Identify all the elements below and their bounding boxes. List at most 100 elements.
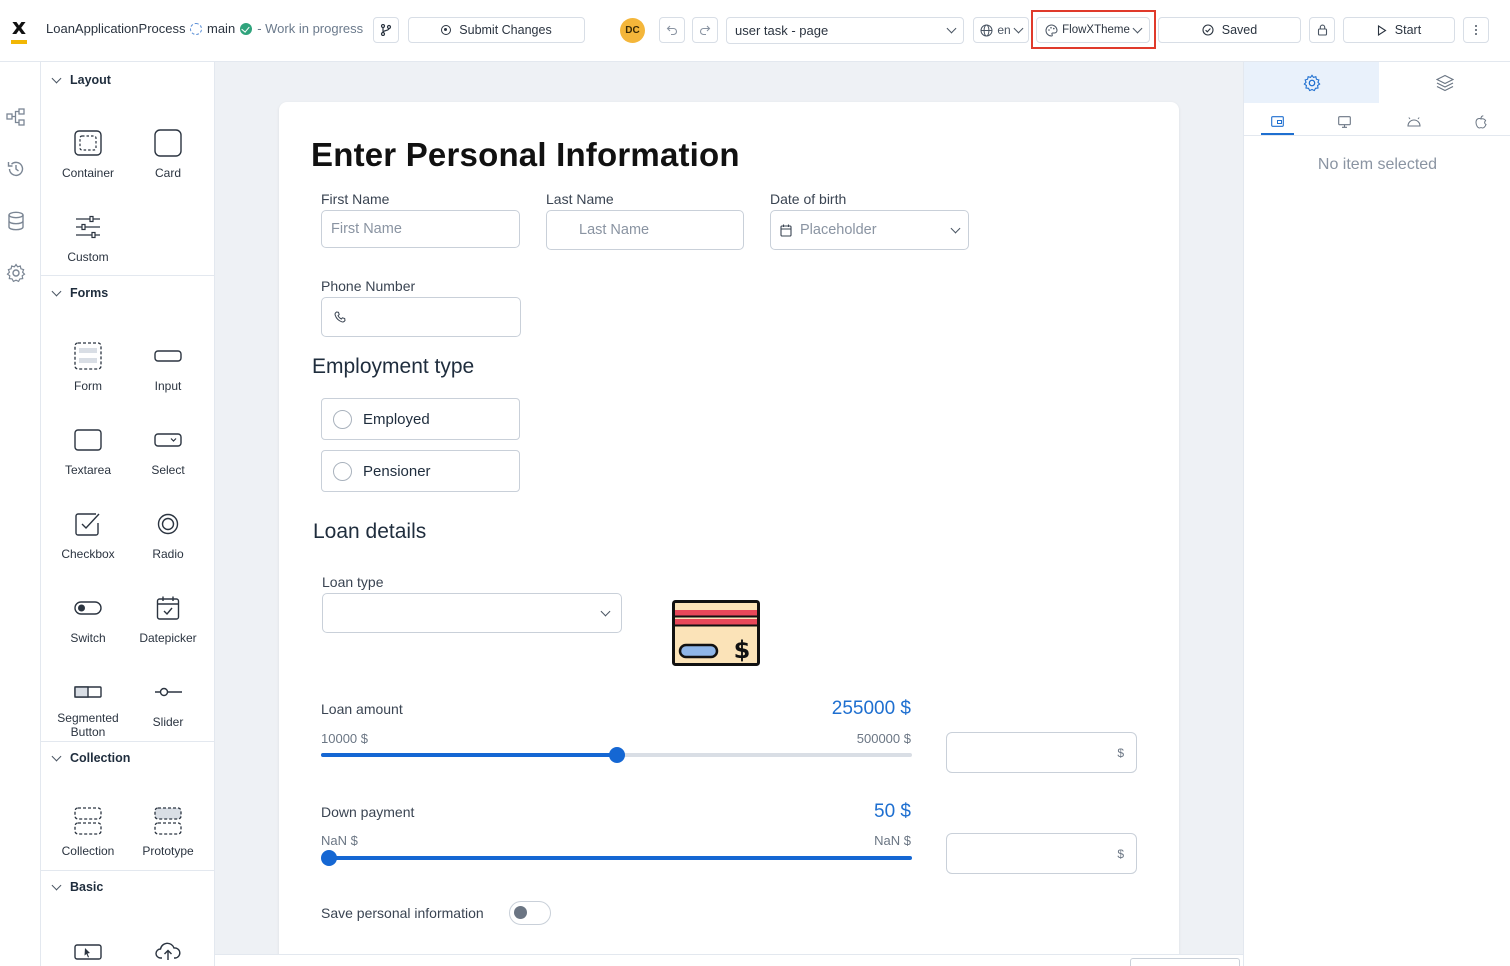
left-rail (0, 62, 41, 966)
page-select[interactable]: user task - page (726, 17, 964, 44)
tab-android[interactable] (1397, 109, 1430, 135)
layout-icon (1271, 115, 1284, 127)
section-basic-header[interactable]: Basic (41, 872, 214, 902)
theme-highlight-box (1031, 10, 1156, 49)
git-branch-icon (380, 24, 392, 36)
globe-icon (980, 24, 993, 36)
component-input[interactable]: Input (128, 339, 208, 393)
prototype-icon (154, 807, 182, 835)
section-collection-header[interactable]: Collection (41, 743, 214, 773)
slider-fill (321, 753, 617, 757)
section-title: Layout (70, 73, 111, 87)
start-button[interactable]: Start (1343, 17, 1455, 43)
component-segmented-button[interactable]: Segmented Button (48, 675, 128, 739)
component-label: Custom (67, 250, 109, 264)
radio-option-pensioner[interactable]: Pensioner (321, 450, 520, 492)
submit-changes-button[interactable]: Submit Changes (408, 17, 585, 43)
save-info-switch[interactable] (509, 901, 551, 925)
phone-input[interactable] (321, 297, 521, 337)
settings-icon[interactable] (6, 263, 26, 283)
section-layout-header[interactable]: Layout (41, 65, 214, 95)
tab-web[interactable] (1328, 109, 1361, 135)
redo-button[interactable] (692, 17, 718, 43)
down-payment-input[interactable]: $ (946, 833, 1137, 874)
component-form[interactable]: Form (48, 339, 128, 393)
history-icon[interactable] (6, 159, 26, 179)
component-button[interactable] (48, 934, 128, 966)
more-vertical-icon (1475, 25, 1477, 35)
employment-type-heading: Employment type (312, 355, 475, 378)
component-custom[interactable]: Custom (48, 210, 128, 264)
component-textarea[interactable]: Textarea (48, 423, 128, 477)
switch-knob (514, 906, 527, 919)
flowx-logo[interactable]: x (8, 17, 30, 44)
component-collection[interactable]: Collection (48, 804, 128, 858)
radio-option-employed[interactable]: Employed (321, 398, 520, 440)
tab-layers[interactable] (1379, 62, 1510, 103)
component-datepicker[interactable]: Datepicker (128, 591, 208, 645)
button-icon (74, 944, 102, 960)
currency-suffix: $ (1117, 846, 1124, 861)
tab-settings[interactable] (1244, 62, 1379, 103)
database-icon[interactable] (6, 211, 26, 231)
component-container[interactable]: Container (48, 126, 128, 180)
component-switch[interactable]: Switch (48, 591, 128, 645)
container-icon (74, 130, 102, 156)
component-select[interactable]: Select (128, 423, 208, 477)
slider-thumb[interactable] (321, 850, 337, 866)
component-label: Slider (152, 715, 184, 729)
loan-amount-input[interactable]: $ (946, 732, 1137, 773)
section-forms-header[interactable]: Forms (41, 278, 214, 308)
branch-button[interactable] (373, 17, 399, 43)
component-file-upload[interactable] (128, 934, 208, 966)
phone-label: Phone Number (321, 278, 416, 294)
loan-type-select[interactable] (322, 593, 622, 633)
component-checkbox[interactable]: Checkbox (48, 507, 128, 561)
monitor-icon (1338, 116, 1351, 128)
component-prototype[interactable]: Prototype (128, 804, 208, 858)
record-icon (441, 25, 452, 35)
branch-indicator[interactable]: main - Work in progress (190, 21, 363, 36)
down-payment-slider[interactable] (321, 850, 912, 866)
process-flow-icon[interactable] (6, 107, 26, 127)
component-slider[interactable]: Slider (128, 675, 208, 729)
segmented-button-icon (74, 686, 102, 698)
avatar[interactable]: DC (620, 18, 645, 43)
save-info-label: Save personal information (321, 905, 484, 921)
component-radio[interactable]: Radio (128, 507, 208, 561)
editor-canvas[interactable]: Enter Personal Information First Name Fi… (215, 62, 1243, 966)
down-payment-max: NaN $ (874, 833, 911, 848)
radio-circle (333, 461, 352, 481)
lock-button[interactable] (1309, 17, 1335, 43)
section-title: Forms (70, 286, 109, 300)
loan-amount-slider[interactable] (321, 747, 912, 763)
saved-status-button[interactable]: Saved (1158, 17, 1301, 43)
chevron-down-icon (51, 286, 62, 296)
undo-button[interactable] (659, 17, 685, 43)
first-name-input[interactable]: First Name (321, 210, 520, 248)
form-card[interactable]: Enter Personal Information First Name Fi… (279, 102, 1179, 966)
platform-tabs (1244, 103, 1510, 136)
chevron-down-icon (51, 751, 62, 761)
component-label: Datepicker (139, 631, 197, 645)
component-card[interactable]: Card (128, 126, 208, 180)
component-label: Prototype (142, 844, 194, 858)
language-select[interactable]: en (973, 17, 1029, 43)
dob-datepicker[interactable]: Placeholder (770, 210, 969, 250)
apple-icon (1474, 115, 1487, 129)
submit-changes-label: Submit Changes (459, 23, 552, 37)
select-icon (154, 433, 182, 447)
canvas-footer (215, 954, 1243, 966)
calendar-icon (156, 596, 180, 620)
language-value: en (997, 23, 1011, 37)
tab-general[interactable] (1261, 109, 1294, 135)
loan-details-heading: Loan details (313, 520, 427, 543)
device-select[interactable] (1130, 958, 1240, 966)
undo-icon (666, 25, 677, 36)
more-options-button[interactable] (1463, 17, 1489, 43)
last-name-input[interactable]: Last Name (546, 210, 744, 250)
gear-icon (1303, 73, 1320, 91)
first-name-placeholder: First Name (331, 221, 402, 237)
slider-thumb[interactable] (608, 747, 625, 763)
tab-ios[interactable] (1464, 109, 1497, 135)
